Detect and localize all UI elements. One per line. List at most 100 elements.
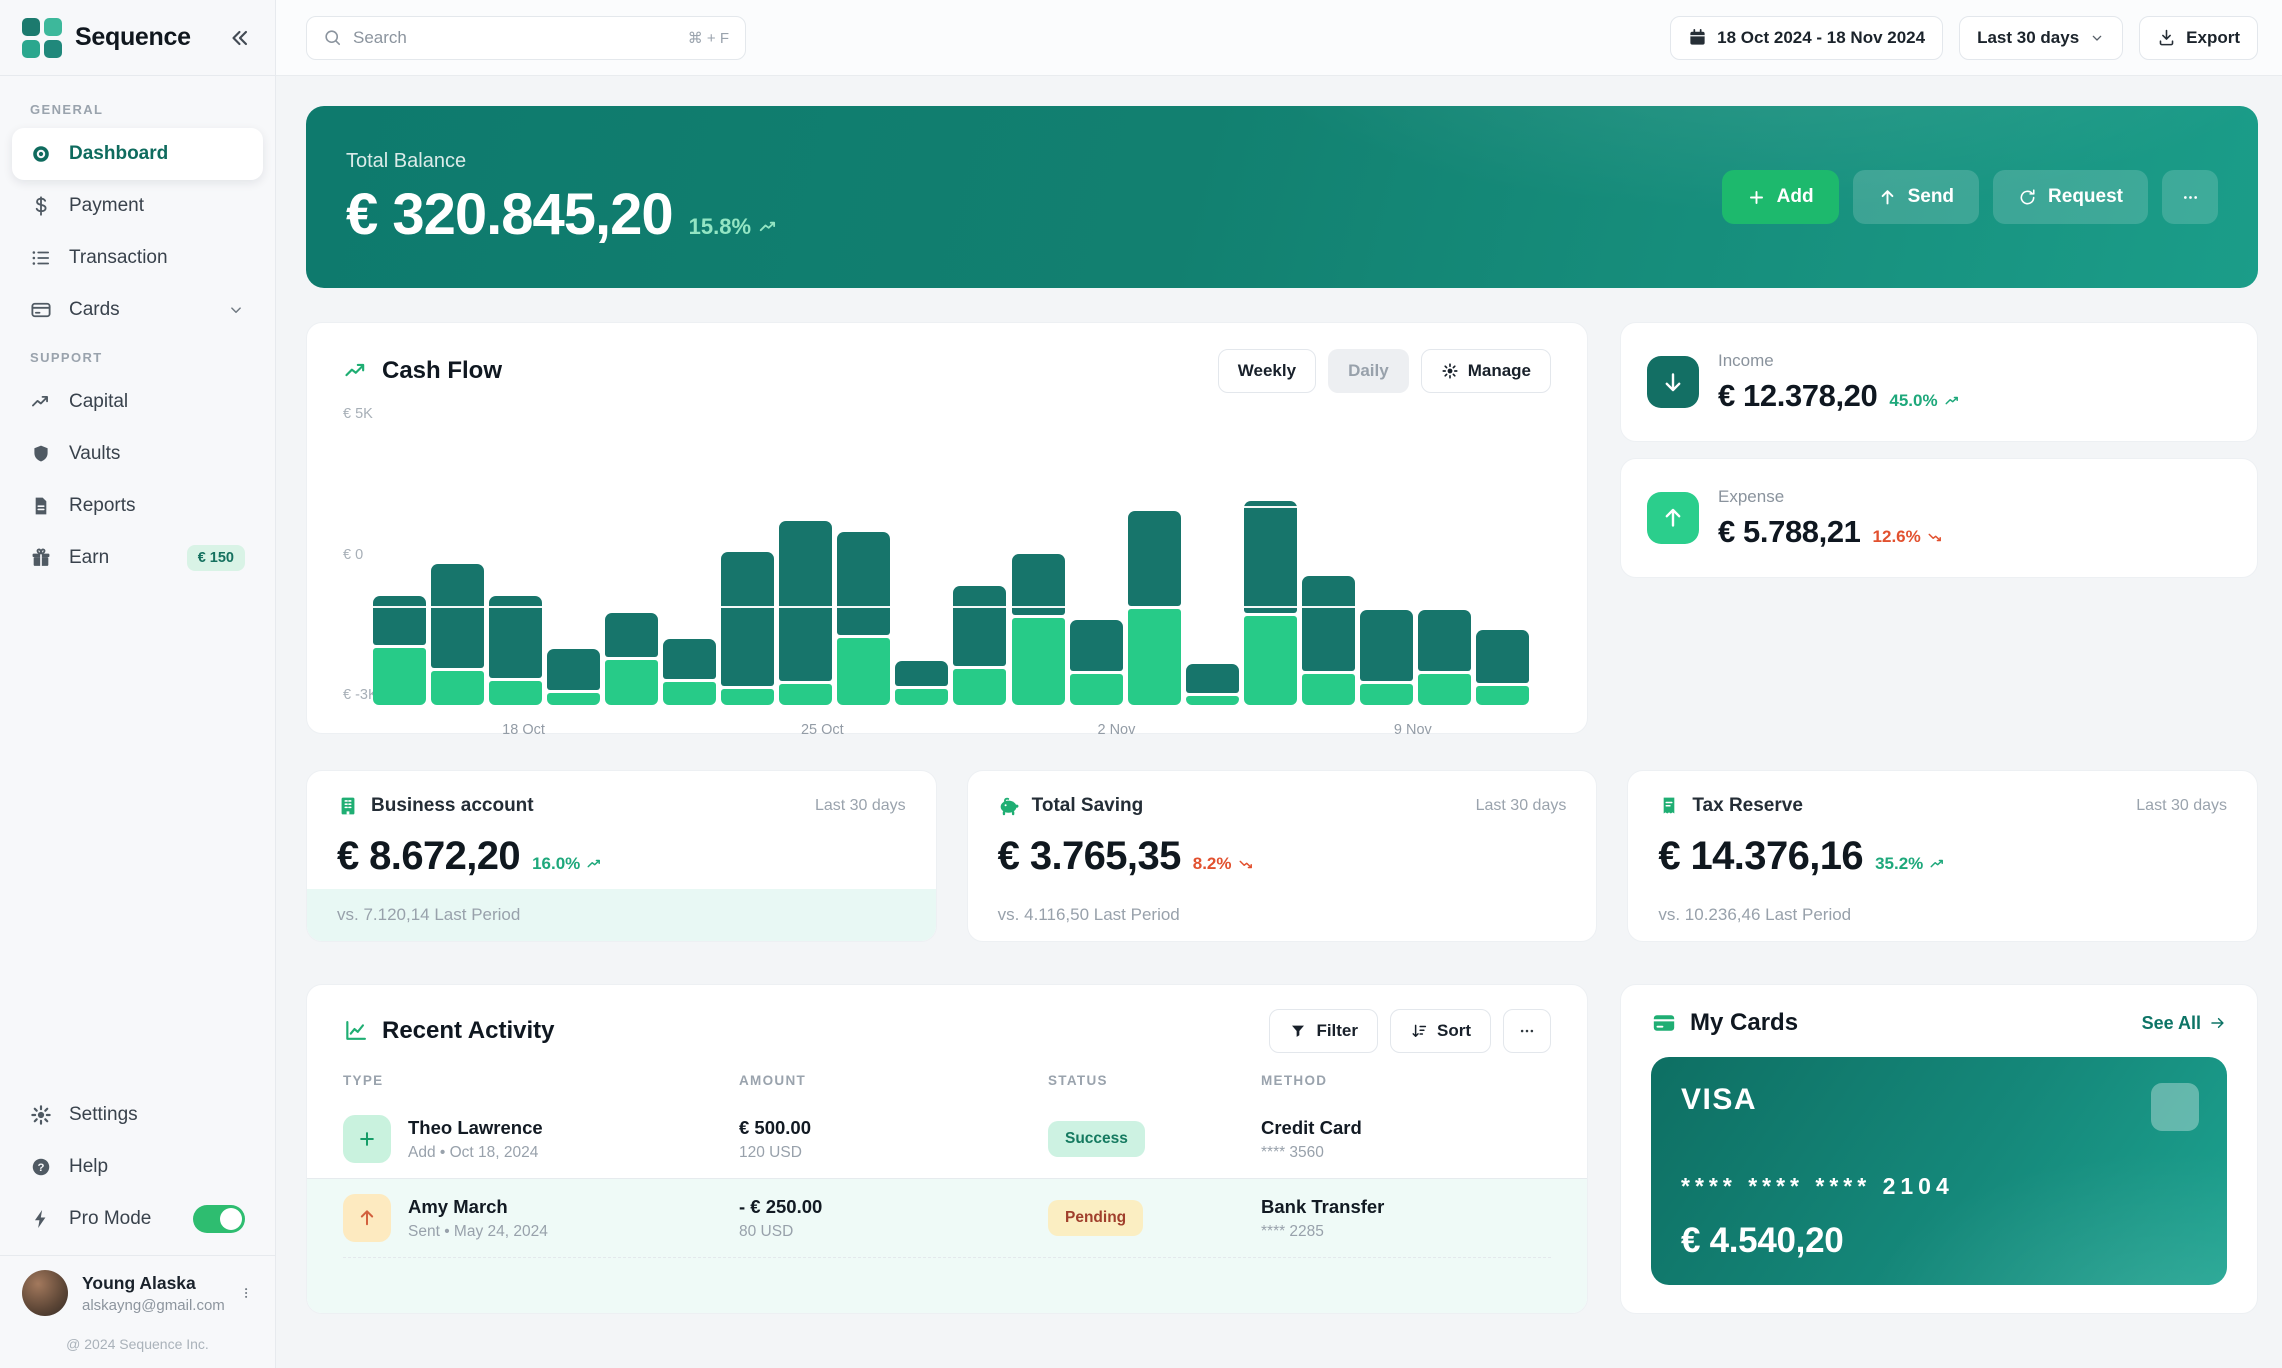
pro-mode-toggle[interactable] (193, 1205, 245, 1233)
collapse-sidebar-icon[interactable] (227, 25, 253, 51)
user-row[interactable]: Young Alaska alskayng@gmail.com (0, 1255, 275, 1322)
chart-bar[interactable] (547, 649, 600, 705)
total-balance-amount: € 320.845,20 (346, 186, 673, 244)
chart-bar[interactable] (1302, 576, 1355, 705)
card-network: VISA (1681, 1083, 1757, 1117)
chevron-down-icon (2089, 30, 2105, 46)
sidebar-item-payment[interactable]: Payment (12, 180, 263, 232)
chart-bar[interactable] (1186, 664, 1239, 705)
nav-section-title: SUPPORT (12, 336, 263, 376)
table-more-button[interactable] (1503, 1009, 1551, 1053)
table-row[interactable]: Theo LawrenceAdd • Oct 18, 2024€ 500.001… (343, 1100, 1551, 1178)
chart-bar[interactable] (1476, 630, 1529, 705)
bar-bottom-segment (431, 671, 484, 705)
chart-bar[interactable] (1012, 554, 1065, 705)
sidebar-item-capital[interactable]: Capital (12, 376, 263, 428)
weekly-tab[interactable]: Weekly (1218, 349, 1316, 393)
chart-bar[interactable] (605, 613, 658, 705)
add-button[interactable]: Add (1722, 170, 1839, 224)
user-menu-kebab-icon[interactable] (239, 1284, 253, 1302)
date-range-label: 18 Oct 2024 - 18 Nov 2024 (1717, 28, 1925, 48)
sidebar-item-label: Transaction (69, 247, 168, 269)
stat-card-title: Total Saving (1032, 795, 1144, 817)
chart-bar[interactable] (373, 596, 426, 705)
sidebar-item-help[interactable]: ?Help (12, 1141, 263, 1193)
chart-bar[interactable] (953, 586, 1006, 705)
chart-bar[interactable] (895, 661, 948, 705)
export-button[interactable]: Export (2139, 16, 2258, 60)
bar-top-segment (895, 661, 948, 686)
payment-icon (30, 195, 52, 217)
stat-card-delta: 8.2% (1193, 854, 1256, 874)
chart-bar[interactable] (663, 639, 716, 705)
content: Total Balance € 320.845,20 15.8% Add (276, 76, 2282, 1368)
send-button[interactable]: Send (1853, 170, 1979, 224)
chart-bar[interactable] (431, 564, 484, 705)
see-all-link[interactable]: See All (2142, 1013, 2227, 1034)
sort-button[interactable]: Sort (1390, 1009, 1491, 1053)
bar-bottom-segment (895, 689, 948, 705)
reports-icon (30, 495, 52, 517)
bar-bottom-segment (1070, 674, 1123, 705)
bar-top-segment (1244, 501, 1297, 613)
filter-button[interactable]: Filter (1269, 1009, 1378, 1053)
stat-card-delta: 35.2% (1875, 854, 1947, 874)
chart-bars (373, 414, 1529, 705)
earn-badge: € 150 (187, 545, 245, 571)
bar-top-segment (1360, 610, 1413, 681)
vaults-icon (30, 443, 52, 465)
sidebar-item-reports[interactable]: Reports (12, 480, 263, 532)
more-actions-button[interactable] (2162, 170, 2218, 224)
sidebar-item-pro-mode[interactable]: Pro Mode (12, 1193, 263, 1245)
table-row[interactable]: Amy MarchSent • May 24, 2024- € 250.0080… (343, 1179, 1551, 1257)
manage-button[interactable]: Manage (1421, 349, 1551, 393)
sort-icon (1410, 1022, 1428, 1040)
bar-top-segment (605, 613, 658, 657)
daily-tab[interactable]: Daily (1328, 349, 1409, 393)
sidebar-item-dashboard[interactable]: Dashboard (12, 128, 263, 180)
request-button[interactable]: Request (1993, 170, 2148, 224)
trend-up-icon (586, 855, 604, 873)
date-range-button[interactable]: 18 Oct 2024 - 18 Nov 2024 (1670, 16, 1943, 60)
sidebar-item-transaction[interactable]: Transaction (12, 232, 263, 284)
chart-bar[interactable] (1360, 610, 1413, 705)
sidebar: Sequence GENERALDashboardPaymentTransact… (0, 0, 276, 1368)
sidebar-item-vaults[interactable]: Vaults (12, 428, 263, 480)
search-box[interactable]: ⌘ + F (306, 16, 746, 60)
bar-top-segment (547, 649, 600, 690)
chart-bar[interactable] (721, 552, 774, 705)
bar-top-segment (431, 564, 484, 668)
chart-bar[interactable] (1070, 620, 1123, 705)
sidebar-item-label: Pro Mode (69, 1208, 151, 1230)
sidebar-item-settings[interactable]: Settings (12, 1089, 263, 1141)
income-card: Income€ 12.378,2045.0% (1620, 322, 2258, 442)
chart-plot (373, 414, 1529, 705)
stat-card-period: Last 30 days (1476, 797, 1567, 815)
card-chip (2151, 1083, 2199, 1131)
mini-card-label: Expense (1718, 487, 1945, 507)
chart-bar[interactable] (1418, 610, 1471, 705)
visa-card[interactable]: VISA **** **** **** 2104 € 4.540,20 (1651, 1057, 2227, 1285)
column-header: STATUS (1048, 1073, 1261, 1088)
sidebar-item-cards[interactable]: Cards (12, 284, 263, 336)
chart-bar[interactable] (837, 532, 890, 705)
bar-top-segment (1418, 610, 1471, 671)
chart-bar[interactable] (489, 596, 542, 705)
search-input[interactable] (353, 28, 677, 48)
chart-bar[interactable] (1244, 501, 1297, 705)
stat-card-period: Last 30 days (2136, 797, 2227, 815)
gridline-overlay (373, 606, 1529, 608)
topbar-actions: 18 Oct 2024 - 18 Nov 2024 Last 30 days E… (1670, 16, 2258, 60)
chart-bar[interactable] (779, 521, 832, 705)
period-select[interactable]: Last 30 days (1959, 16, 2123, 60)
sidebar-item-earn[interactable]: Earn€ 150 (12, 532, 263, 584)
plus-icon (1747, 188, 1766, 207)
download-icon (2157, 28, 2176, 47)
total-balance-delta: 15.8% (689, 214, 780, 240)
chart-line-icon (343, 1018, 369, 1044)
stat-card-delta: 16.0% (532, 854, 604, 874)
transaction-detail: Add • Oct 18, 2024 (408, 1144, 543, 1162)
bar-bottom-segment (1418, 674, 1471, 705)
expense-icon-badge (1647, 492, 1699, 544)
total-balance-hero: Total Balance € 320.845,20 15.8% Add (306, 106, 2258, 288)
